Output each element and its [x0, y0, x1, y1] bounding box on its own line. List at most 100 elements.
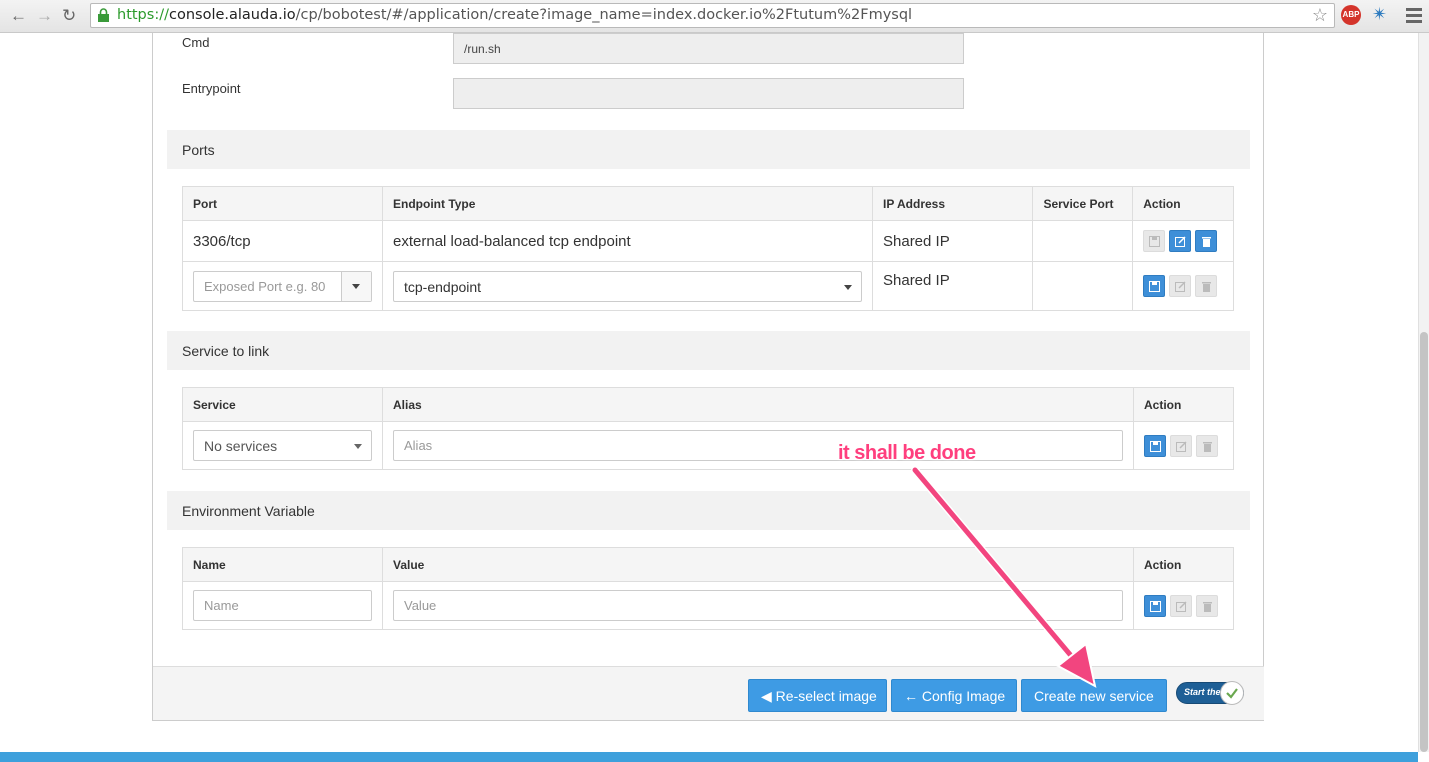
trash-icon — [1202, 237, 1212, 247]
reselect-image-button[interactable]: ◀ Re-select image — [748, 679, 887, 712]
col-header-service: Service — [182, 387, 383, 422]
col-header-action: Action — [1133, 387, 1234, 422]
save-icon — [1150, 440, 1161, 452]
edit-button[interactable] — [1169, 230, 1192, 252]
config-image-label: Config Image — [921, 688, 1006, 704]
reload-icon[interactable]: ↻ — [62, 5, 76, 27]
arrow-left-icon: ← — [904, 688, 918, 704]
env-name-input[interactable]: Name — [193, 590, 372, 621]
chevron-down-icon — [354, 444, 362, 449]
port-cell: 3306/tcp — [182, 220, 383, 262]
service-link-header-row: Service Alias Action — [182, 387, 1234, 422]
delete-button[interactable] — [1195, 275, 1218, 297]
delete-button[interactable] — [1195, 230, 1218, 252]
exposed-port-input[interactable]: Exposed Port e.g. 80 — [193, 270, 372, 302]
url-text: https://console.alauda.io/cp/bobotest/#/… — [117, 7, 913, 23]
alias-input[interactable]: Alias — [393, 430, 1123, 461]
scrollbar-thumb[interactable] — [1420, 332, 1428, 752]
back-icon[interactable]: ← — [10, 5, 27, 27]
bookmark-star-icon[interactable]: ☆ — [1312, 5, 1328, 26]
ports-header-row: Port Endpoint Type IP Address Service Po… — [182, 186, 1234, 221]
col-header-action: Action — [1132, 186, 1234, 221]
step-backward-icon: ◀ — [761, 688, 772, 704]
config-image-button[interactable]: ← Config Image — [891, 679, 1017, 712]
endpoint-type-cell: external load-balanced tcp endpoint — [382, 220, 873, 262]
start-toggle-label: Start the — [1184, 687, 1221, 697]
alias-placeholder: Alias — [404, 438, 433, 453]
save-icon — [1150, 600, 1161, 612]
entrypoint-label: Entrypoint — [182, 81, 241, 96]
col-header-value: Value — [382, 547, 1134, 582]
table-row: 3306/tcp external load-balanced tcp endp… — [182, 220, 1234, 262]
env-name-placeholder: Name — [204, 598, 239, 613]
ports-table: Port Endpoint Type IP Address Service Po… — [182, 186, 1234, 311]
chevron-down-icon — [352, 283, 360, 289]
col-header-name: Name — [182, 547, 383, 582]
edit-icon — [1175, 236, 1186, 247]
table-row: No services Alias — [182, 421, 1234, 470]
edit-icon — [1176, 600, 1187, 612]
ip-address-cell: Shared IP — [871, 261, 1034, 311]
entrypoint-field — [453, 78, 964, 109]
service-port-cell — [1032, 261, 1134, 311]
start-toggle[interactable]: Start the — [1176, 681, 1244, 705]
edit-button[interactable] — [1170, 434, 1192, 457]
env-section-title: Environment Variable — [167, 491, 1250, 530]
lock-icon — [98, 8, 109, 22]
action-cell — [1133, 581, 1234, 630]
table-row: Exposed Port e.g. 80 tcp-endpoint Shared… — [182, 261, 1234, 311]
save-button[interactable] — [1143, 230, 1166, 252]
adblock-extension-icon[interactable]: ABP — [1341, 5, 1361, 25]
env-table: Name Value Action Name Value — [182, 547, 1234, 630]
edit-button[interactable] — [1169, 275, 1192, 297]
env-header-row: Name Value Action — [182, 547, 1234, 582]
browser-toolbar: ← → ↻ https://console.alauda.io/cp/bobot… — [0, 0, 1429, 33]
service-select[interactable]: No services — [193, 430, 372, 461]
col-header-action: Action — [1133, 547, 1234, 582]
reselect-image-label: Re-select image — [775, 688, 877, 704]
network-extension-icon[interactable]: ✴ — [1372, 4, 1387, 25]
service-link-section-title: Service to link — [167, 331, 1250, 370]
service-link-table: Service Alias Action No services Alias — [182, 387, 1234, 470]
save-icon — [1149, 236, 1161, 247]
ports-section-title: Ports — [167, 130, 1250, 169]
address-bar[interactable]: https://console.alauda.io/cp/bobotest/#/… — [90, 3, 1335, 28]
browser-menu-icon[interactable] — [1406, 8, 1422, 26]
trash-icon — [1203, 601, 1212, 612]
trash-icon — [1202, 282, 1212, 292]
save-button[interactable] — [1144, 434, 1166, 457]
check-icon — [1220, 681, 1244, 705]
annotation-text: it shall be done — [838, 442, 976, 464]
table-row: Name Value — [182, 581, 1234, 630]
edit-icon — [1175, 281, 1186, 292]
action-cell — [1132, 261, 1234, 311]
endpoint-type-select[interactable]: tcp-endpoint — [393, 270, 862, 302]
col-header-port: Port — [182, 186, 383, 221]
exposed-port-placeholder: Exposed Port e.g. 80 — [204, 278, 326, 294]
delete-button[interactable] — [1196, 594, 1218, 617]
action-cell — [1133, 421, 1234, 470]
form-footer: ◀ Re-select image ← Config Image Create … — [153, 666, 1264, 720]
create-new-service-button[interactable]: Create new service — [1021, 679, 1167, 712]
endpoint-type-selected: tcp-endpoint — [404, 278, 482, 295]
save-icon — [1149, 281, 1161, 292]
delete-button[interactable] — [1196, 434, 1218, 457]
env-value-input[interactable]: Value — [393, 590, 1123, 621]
service-port-cell — [1032, 220, 1134, 262]
forward-icon[interactable]: → — [36, 5, 53, 27]
edit-button[interactable] — [1170, 594, 1192, 617]
chevron-down-icon — [844, 284, 852, 290]
col-header-ip-address: IP Address — [871, 186, 1034, 221]
col-header-alias: Alias — [382, 387, 1134, 422]
env-value-placeholder: Value — [404, 598, 437, 613]
cmd-label: Cmd — [182, 35, 210, 50]
action-cell — [1132, 220, 1234, 262]
port-dropdown-button[interactable] — [341, 271, 371, 301]
page-footer-band — [0, 752, 1418, 762]
col-header-service-port: Service Port — [1032, 186, 1134, 221]
save-button[interactable] — [1144, 594, 1166, 617]
create-new-service-label: Create new service — [1034, 688, 1154, 704]
ip-address-cell: Shared IP — [871, 220, 1034, 262]
save-button[interactable] — [1143, 275, 1166, 297]
cmd-field: /run.sh — [453, 33, 964, 64]
